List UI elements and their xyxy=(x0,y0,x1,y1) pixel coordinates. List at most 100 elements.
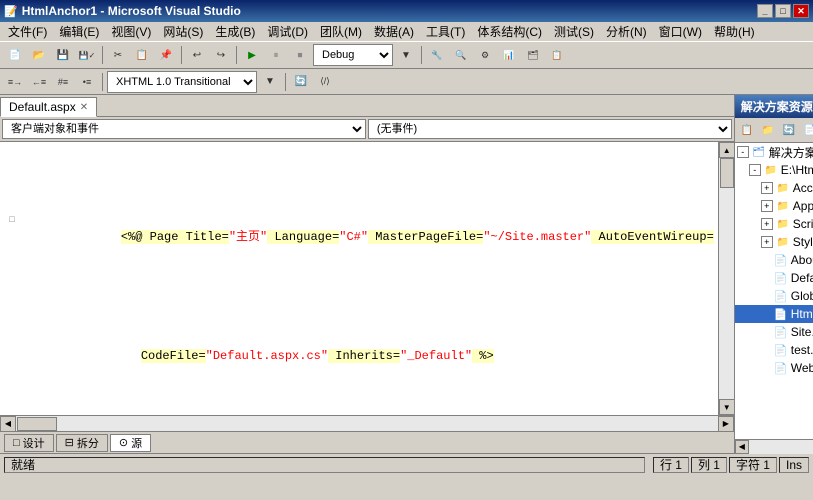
h-scroll-thumb[interactable] xyxy=(17,417,57,431)
scroll-track[interactable] xyxy=(719,158,734,399)
code-editor[interactable]: □ <%@ Page Title="主页" Language="C#" Mast… xyxy=(0,142,718,415)
horizontal-scrollbar[interactable]: ◀ ▶ xyxy=(0,415,734,431)
tree-item-global[interactable]: 📄 Global.asax xyxy=(735,287,813,305)
main-area: Default.aspx ✕ 客户端对象和事件 (无事件) □ xyxy=(0,95,813,453)
menu-test[interactable]: 测试(S) xyxy=(548,21,600,42)
status-row: 行 1 xyxy=(653,457,689,473)
scroll-thumb[interactable] xyxy=(720,158,734,188)
object-dropdown[interactable]: 客户端对象和事件 xyxy=(2,119,366,139)
menu-file[interactable]: 文件(F) xyxy=(2,21,53,42)
scroll-left-button[interactable]: ◀ xyxy=(0,416,16,432)
menu-edit[interactable]: 编辑(E) xyxy=(53,21,105,42)
doctype-dropdown[interactable]: XHTML 1.0 Transitional xyxy=(107,71,257,93)
tree-item-sitemaster[interactable]: 📄 Site.master xyxy=(735,323,813,341)
sol-h-track[interactable] xyxy=(749,440,813,454)
tree-expand-solution[interactable]: - xyxy=(737,146,749,158)
save-button[interactable]: 💾 xyxy=(52,44,74,66)
tree-solution-root[interactable]: - 🗂 解决方案'HtmlAnchor1'(1 xyxy=(735,143,813,161)
status-right: 行 1 列 1 字符 1 Ins xyxy=(653,457,809,473)
solution-h-scrollbar[interactable]: ◀ ▶ xyxy=(735,439,813,453)
tree-item-appdata[interactable]: + 📁 App_Data xyxy=(735,197,813,215)
ul-button[interactable]: •≡ xyxy=(76,71,98,93)
menu-arch[interactable]: 体系结构(C) xyxy=(471,21,548,42)
menu-debug[interactable]: 调试(D) xyxy=(261,21,314,42)
tree-item-scripts[interactable]: + 📁 Scripts xyxy=(735,215,813,233)
code-content: □ <%@ Page Title="主页" Language="C#" Mast… xyxy=(0,142,718,415)
tab-bar: Default.aspx ✕ xyxy=(0,95,734,117)
vertical-scrollbar[interactable]: ▲ ▼ xyxy=(718,142,734,415)
save-all-button[interactable]: 💾✓ xyxy=(76,44,98,66)
cut-button[interactable]: ✂ xyxy=(107,44,129,66)
menu-view[interactable]: 视图(V) xyxy=(105,21,157,42)
scroll-down-button[interactable]: ▼ xyxy=(719,399,734,415)
project-name: E:\HtmlAnchor1\ xyxy=(781,163,813,177)
menu-tools[interactable]: 工具(T) xyxy=(420,21,471,42)
sol-refresh-button[interactable]: 🔄 xyxy=(779,120,799,140)
tb-extra6[interactable]: 📋 xyxy=(546,44,568,66)
menu-website[interactable]: 网站(S) xyxy=(157,21,209,42)
tree-item-htmlanchor[interactable]: 📄 HtmlAnchor1.aspx xyxy=(735,305,813,323)
tree-expand-project[interactable]: - xyxy=(749,164,761,176)
menu-team[interactable]: 团队(M) xyxy=(314,21,368,42)
tree-project-root[interactable]: - 📁 E:\HtmlAnchor1\ xyxy=(735,161,813,179)
sol-properties-button[interactable]: 📋 xyxy=(737,120,757,140)
sol-scroll-left[interactable]: ◀ xyxy=(735,440,749,454)
dropdown-arrow[interactable]: ▼ xyxy=(395,44,417,66)
code-btn[interactable]: ⟨/⟩ xyxy=(314,71,336,93)
status-text: 就绪 xyxy=(11,456,35,473)
design-view-button[interactable]: □ 设计 xyxy=(4,434,54,452)
paste-button[interactable]: 📌 xyxy=(155,44,177,66)
mode-label: Ins xyxy=(786,458,802,472)
sol-showfiles-button[interactable]: 📁 xyxy=(758,120,778,140)
tree-item-styles[interactable]: + 📁 Styles xyxy=(735,233,813,251)
copy-button[interactable]: 📋 xyxy=(131,44,153,66)
menu-window[interactable]: 窗口(W) xyxy=(653,21,708,42)
tb-extra2[interactable]: 🔍 xyxy=(450,44,472,66)
tb-extra1[interactable]: 🔧 xyxy=(426,44,448,66)
maximize-button[interactable]: □ xyxy=(775,4,791,18)
tree-item-account[interactable]: + 📁 Account xyxy=(735,179,813,197)
stop-button[interactable]: ⏹ xyxy=(289,44,311,66)
refresh-button[interactable]: 🔄 xyxy=(290,71,312,93)
tree-expand-scripts[interactable]: + xyxy=(761,218,773,230)
tb-extra3[interactable]: ⚙ xyxy=(474,44,496,66)
menu-analyze[interactable]: 分析(N) xyxy=(600,21,653,42)
menu-data[interactable]: 数据(A) xyxy=(368,21,420,42)
outdent-button[interactable]: ←≡ xyxy=(28,71,50,93)
tb-extra4[interactable]: 📊 xyxy=(498,44,520,66)
tb-extra5[interactable]: 🗂 xyxy=(522,44,544,66)
sol-nested-button[interactable]: 📄 xyxy=(800,120,813,140)
line-expand[interactable]: □ xyxy=(4,212,20,229)
doctype-arrow[interactable]: ▼ xyxy=(259,71,281,93)
split-view-button[interactable]: ⊟ 拆分 xyxy=(56,434,108,452)
undo-button[interactable]: ↩ xyxy=(186,44,208,66)
close-button[interactable]: ✕ xyxy=(793,4,809,18)
tree-item-default[interactable]: 📄 Default.aspx xyxy=(735,269,813,287)
tab-close-button[interactable]: ✕ xyxy=(80,102,88,113)
ol-button[interactable]: #≡ xyxy=(52,71,74,93)
minimize-button[interactable]: _ xyxy=(757,4,773,18)
solution-tree[interactable]: - 🗂 解决方案'HtmlAnchor1'(1 - 📁 E:\HtmlAncho… xyxy=(735,143,813,439)
menu-help[interactable]: 帮助(H) xyxy=(708,21,761,42)
menu-build[interactable]: 生成(B) xyxy=(209,21,261,42)
redo-button[interactable]: ↪ xyxy=(210,44,232,66)
event-dropdown[interactable]: (无事件) xyxy=(368,119,732,139)
tree-expand-styles[interactable]: + xyxy=(761,236,773,248)
tree-item-test[interactable]: 📄 test.aspx xyxy=(735,341,813,359)
pause-button[interactable]: ⏸ xyxy=(265,44,287,66)
open-button[interactable]: 📂 xyxy=(28,44,50,66)
tree-expand-appdata[interactable]: + xyxy=(761,200,773,212)
new-button[interactable]: 📄 xyxy=(4,44,26,66)
indent-button[interactable]: ≡→ xyxy=(4,71,26,93)
tree-item-about[interactable]: 📄 About.aspx xyxy=(735,251,813,269)
debug-mode-dropdown[interactable]: Debug xyxy=(313,44,393,66)
tab-default-aspx[interactable]: Default.aspx ✕ xyxy=(0,97,97,117)
tree-item-webconfig[interactable]: 📄 Web.config xyxy=(735,359,813,377)
tree-expand-account[interactable]: + xyxy=(761,182,773,194)
source-view-button[interactable]: ⊙ 源 xyxy=(110,434,151,452)
scroll-up-button[interactable]: ▲ xyxy=(719,142,734,158)
format-toolbar: ≡→ ←≡ #≡ •≡ XHTML 1.0 Transitional ▼ 🔄 ⟨… xyxy=(0,69,813,95)
h-scroll-track[interactable] xyxy=(16,416,718,432)
start-button[interactable]: ▶ xyxy=(241,44,263,66)
scroll-right-button[interactable]: ▶ xyxy=(718,416,734,432)
